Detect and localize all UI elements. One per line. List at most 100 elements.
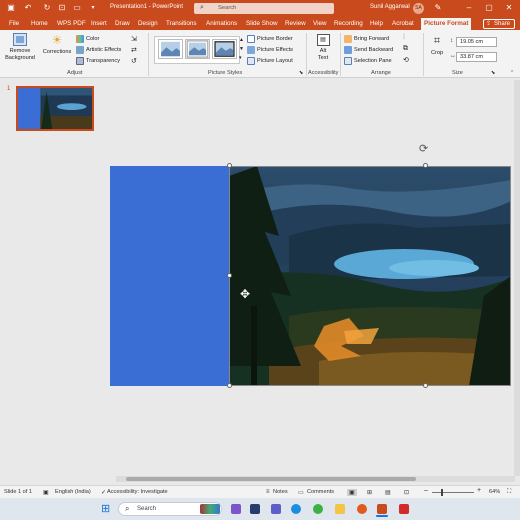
file-explorer-icon[interactable] (335, 504, 345, 514)
language[interactable]: English (India) (55, 489, 91, 495)
share-button[interactable]: ⇪ Share (483, 19, 515, 29)
slide-canvas[interactable]: ⟳ ✥ (110, 143, 511, 388)
picture-layout-button[interactable]: Picture Layout (257, 58, 293, 64)
transparency-button[interactable]: Transparency (86, 58, 120, 64)
horizontal-scroll-thumb[interactable] (126, 477, 416, 481)
collapse-ribbon-icon[interactable]: ⌃ (510, 70, 514, 76)
rotate-icon[interactable]: ⟲ (403, 56, 409, 64)
horizontal-scrollbar[interactable] (116, 476, 515, 482)
slide-show-icon[interactable]: ⊡ (404, 489, 409, 496)
tab-wps-pdf[interactable]: WPS PDF (57, 19, 86, 28)
width-field[interactable]: 33.87 cm (456, 52, 497, 62)
customize-toolbar-icon[interactable]: ▾ (88, 3, 98, 13)
tab-slide-show[interactable]: Slide Show (246, 19, 278, 28)
resize-handle-bottom-left[interactable] (227, 383, 232, 388)
align-icon[interactable]: ⫶ (403, 34, 405, 42)
rotate-handle-icon[interactable]: ⟳ (419, 142, 428, 155)
tab-view[interactable]: View (313, 19, 327, 28)
tab-transitions[interactable]: Transitions (166, 19, 197, 28)
present-icon[interactable]: ⊡ (57, 3, 67, 13)
slide-count[interactable]: Slide 1 of 1 (4, 489, 32, 495)
zoom-level[interactable]: 64% (489, 489, 500, 495)
tab-picture-format[interactable]: Picture Format (421, 18, 472, 30)
corrections-button[interactable]: ☀ Corrections (40, 33, 74, 56)
picture-effects-button[interactable]: Picture Effects (257, 47, 293, 53)
undo-icon[interactable]: ↶ (23, 3, 33, 13)
size-launcher-icon[interactable]: ⬊ (491, 70, 495, 76)
change-picture-icon[interactable]: ⇄ (131, 46, 137, 54)
tab-home[interactable]: Home (31, 19, 48, 28)
alt-text-button[interactable]: ▤ Alt Text (310, 34, 336, 62)
fit-to-window-icon[interactable]: ⛶ (507, 489, 511, 496)
reset-picture-icon[interactable]: ↺ (131, 57, 137, 65)
teams-icon[interactable] (271, 504, 281, 514)
search-box[interactable]: ⌕ Search (194, 3, 334, 14)
tab-insert[interactable]: Insert (91, 19, 107, 28)
comments-button[interactable]: Comments (307, 489, 334, 495)
taskbar-search-icon: ⌕ (125, 504, 130, 513)
gallery-more-icon[interactable]: ▾ (239, 55, 242, 61)
blue-rectangle-shape[interactable] (110, 166, 229, 386)
picture-style-1[interactable] (158, 39, 183, 59)
zoom-out-icon[interactable]: – (424, 487, 428, 494)
resize-handle-top-left[interactable] (227, 163, 232, 168)
powerpoint-icon[interactable] (377, 504, 387, 514)
slide-thumbnail[interactable] (16, 86, 94, 131)
resize-handle-top[interactable] (423, 163, 428, 168)
zoom-slider[interactable] (432, 492, 474, 493)
task-view-icon[interactable] (250, 504, 260, 514)
picture-style-2[interactable] (185, 39, 210, 59)
group-objects-icon[interactable]: ⧉ (403, 45, 408, 53)
close-icon[interactable]: ✕ (504, 3, 514, 13)
pen-icon[interactable]: ✎ (433, 3, 443, 13)
firefox-icon[interactable] (357, 504, 367, 514)
artistic-effects-button[interactable]: Artistic Effects (86, 47, 121, 53)
tab-recording[interactable]: Recording (334, 19, 363, 28)
vertical-scrollbar[interactable] (514, 80, 520, 476)
copilot-icon[interactable] (231, 504, 241, 514)
format-picture-launcher-icon[interactable]: ⬊ (299, 70, 303, 76)
tab-draw[interactable]: Draw (115, 19, 130, 28)
reading-view-icon[interactable]: ▤ (385, 489, 391, 496)
slide-sorter-icon[interactable]: ⊞ (367, 489, 372, 496)
tab-review[interactable]: Review (285, 19, 306, 28)
compress-pictures-icon[interactable]: ⇲ (131, 35, 137, 43)
picture-border-button[interactable]: Picture Border (257, 36, 293, 42)
tab-file[interactable]: File (9, 19, 19, 28)
normal-view-icon[interactable]: ▣ (347, 489, 357, 496)
picture-style-3[interactable] (212, 39, 237, 59)
edge-icon[interactable] (291, 504, 301, 514)
user-name[interactable]: Sunil Aggarwal (370, 4, 410, 10)
chrome-icon[interactable] (313, 504, 323, 514)
color-button[interactable]: Color (86, 36, 99, 42)
resize-handle-left[interactable] (227, 273, 232, 278)
notes-icon: ≡ (266, 489, 270, 495)
gallery-down-icon[interactable]: ▼ (239, 46, 244, 52)
bring-forward-button[interactable]: Bring Forward (354, 36, 389, 42)
gallery-up-icon[interactable]: ▲ (239, 37, 244, 43)
minimize-icon[interactable]: – (464, 3, 474, 13)
crop-button[interactable]: ⌗ Crop (427, 35, 447, 57)
maximize-icon[interactable]: ▢ (484, 3, 494, 13)
avatar[interactable]: SA (413, 3, 424, 14)
tab-acrobat[interactable]: Acrobat (392, 19, 414, 28)
redo-icon[interactable]: ↻ (42, 3, 52, 13)
tab-animations[interactable]: Animations (206, 19, 237, 28)
notes-button[interactable]: Notes (273, 489, 288, 495)
resize-handle-bottom[interactable] (423, 383, 428, 388)
zoom-in-icon[interactable]: + (477, 487, 481, 494)
accessibility-status[interactable]: Accessibility: Investigate (107, 489, 168, 495)
save-icon[interactable]: ▣ (6, 3, 16, 13)
spelling-icon[interactable]: ▣ (43, 489, 49, 496)
tab-design[interactable]: Design (138, 19, 158, 28)
send-backward-button[interactable]: Send Backward (354, 47, 393, 53)
tab-help[interactable]: Help (370, 19, 383, 28)
accessibility-icon[interactable]: ✓ (101, 489, 106, 496)
acrobat-icon[interactable] (399, 504, 409, 514)
height-field[interactable]: 19.05 cm (456, 37, 497, 47)
zoom-slider-thumb[interactable] (441, 489, 443, 496)
start-from-beginning-icon[interactable]: ▭ (72, 3, 82, 13)
selection-pane-button[interactable]: Selection Pane (354, 58, 392, 64)
windows-start-icon[interactable]: ⊞ (101, 502, 110, 515)
remove-background-button[interactable]: Remove Background (4, 33, 36, 62)
